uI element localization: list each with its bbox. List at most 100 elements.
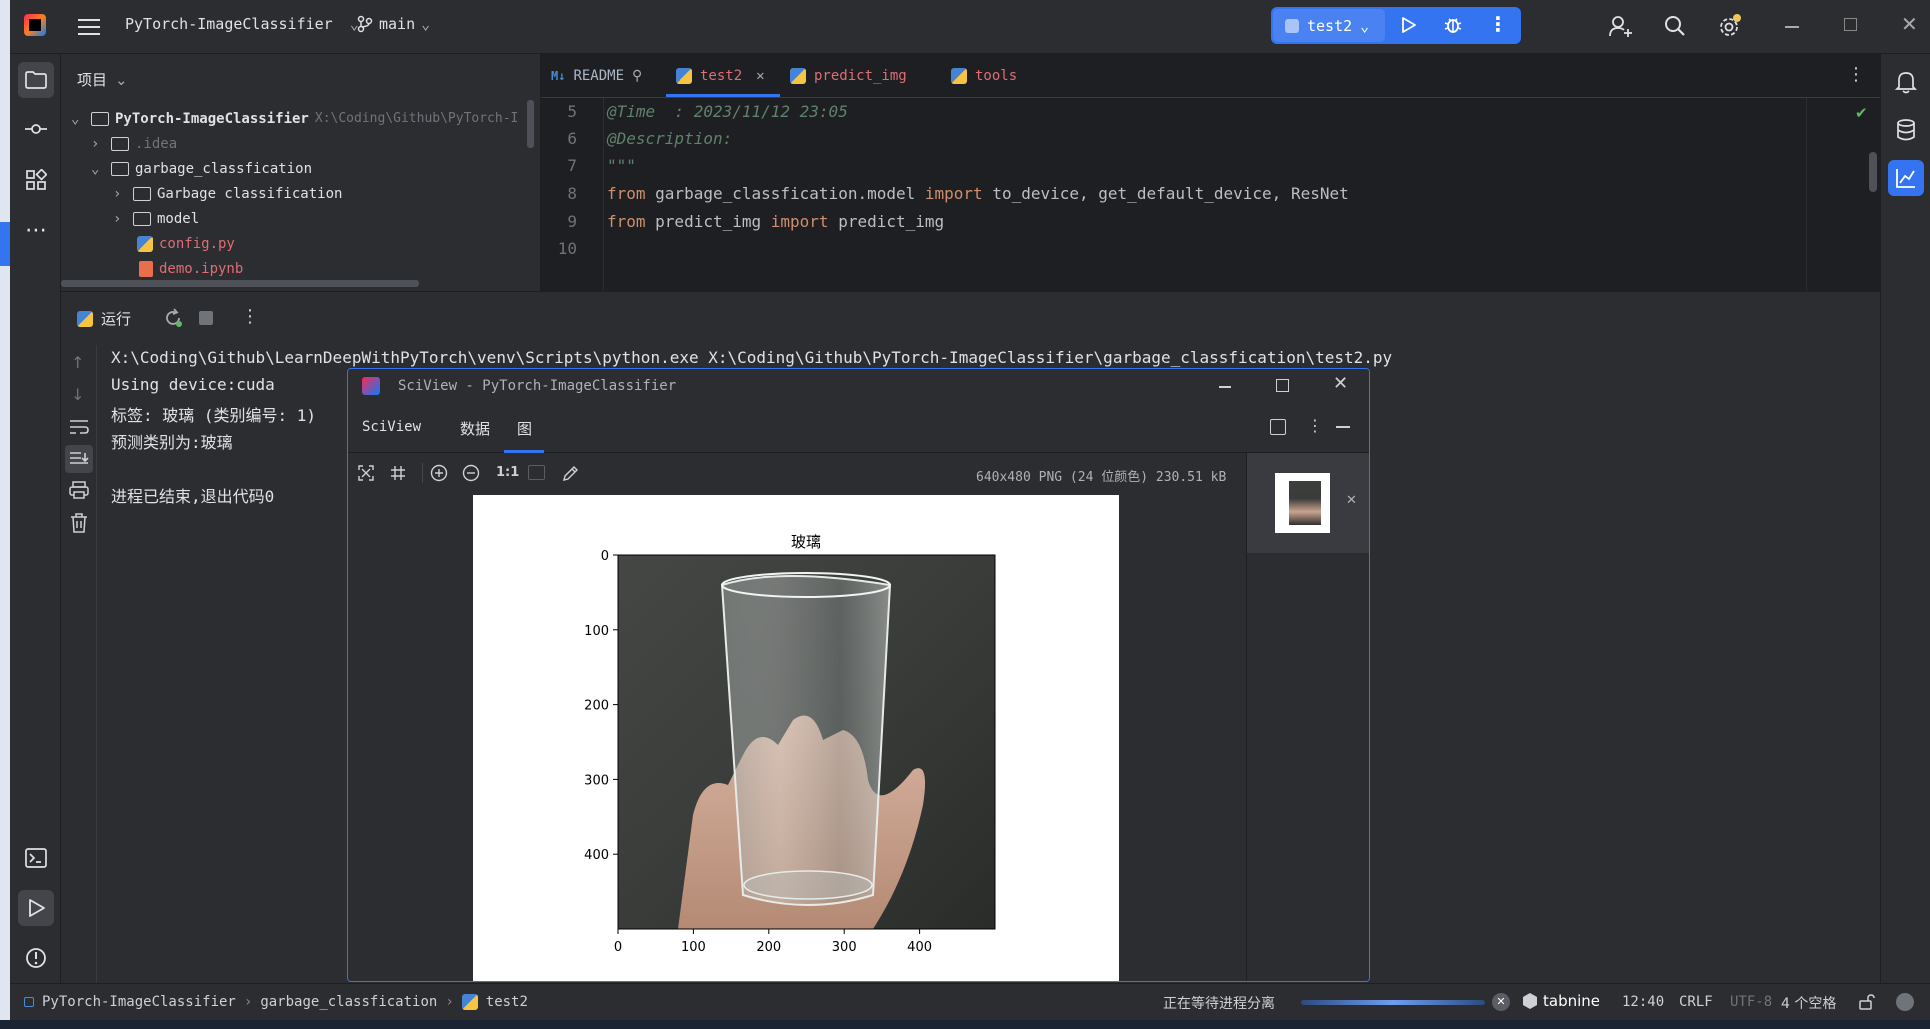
tree-item-idea[interactable]: › .idea	[91, 131, 177, 156]
scroll-to-end-icon[interactable]	[65, 445, 93, 473]
structure-tool-button[interactable]	[18, 162, 54, 198]
color-picker-icon[interactable]	[562, 464, 580, 482]
arrow-up-icon[interactable]: ↑	[71, 353, 84, 372]
code-keyword[interactable]: from	[607, 184, 646, 203]
code-keyword[interactable]: import	[925, 184, 983, 203]
console-line[interactable]: Using device:cuda	[111, 375, 275, 394]
tab-plots[interactable]: 图	[517, 418, 532, 439]
database-button[interactable]	[1888, 112, 1924, 148]
tab-predict-img[interactable]: predict_img	[790, 54, 907, 98]
sciview-title-bar: SciView - PyTorch-ImageClassifier ✕	[348, 369, 1369, 405]
open-in-window-icon[interactable]	[1270, 419, 1286, 435]
code-keyword[interactable]: from	[607, 212, 646, 231]
restore-window-icon[interactable]	[1844, 18, 1857, 31]
tree-item-root[interactable]: ⌄ PyTorch-ImageClassifier X:\Coding\Gith…	[71, 106, 518, 131]
arrow-down-icon[interactable]: ↓	[71, 385, 84, 404]
trash-icon[interactable]	[70, 513, 88, 533]
inspection-ok-icon[interactable]: ✔	[1855, 104, 1868, 122]
tree-item-config-py[interactable]: config.py	[137, 231, 235, 256]
breadcrumb-item[interactable]: PyTorch-ImageClassifier	[42, 994, 236, 1010]
sciview-button[interactable]	[1888, 160, 1924, 196]
main-menu-icon[interactable]	[78, 16, 100, 36]
read-only-toggle[interactable]	[1859, 994, 1875, 1010]
console-line[interactable]: 预测类别为:玻璃	[111, 429, 233, 453]
tree-item-garbage-classfication[interactable]: ⌄ garbage_classfication	[91, 156, 312, 181]
minimize-window-icon[interactable]	[1785, 26, 1799, 28]
code-text[interactable]: predict_img	[829, 212, 944, 231]
status-indicator-icon[interactable]	[1896, 993, 1914, 1011]
zoom-out-icon[interactable]	[462, 464, 480, 482]
line-separator[interactable]: CRLF	[1679, 994, 1713, 1010]
rerun-button[interactable]	[163, 308, 183, 328]
console-line[interactable]: 进程已结束,退出代码0	[111, 483, 274, 507]
run-button[interactable]	[1398, 15, 1418, 35]
horizontal-scrollbar[interactable]	[61, 280, 419, 287]
debug-button[interactable]	[1442, 14, 1464, 36]
close-window-icon[interactable]: ✕	[1333, 373, 1348, 394]
commit-tool-button[interactable]	[18, 111, 54, 147]
tree-item-demo-ipynb[interactable]: demo.ipynb	[139, 256, 243, 281]
run-options-icon[interactable]: ⋮	[241, 306, 259, 327]
stop-icon[interactable]	[199, 311, 213, 325]
editor-scrollbar[interactable]	[1869, 152, 1877, 192]
close-tab-icon[interactable]: ✕	[756, 68, 764, 84]
plot-thumbnail[interactable]	[1275, 473, 1330, 533]
branch-switcher[interactable]: main ⌄	[357, 15, 430, 33]
tree-item-path: X:\Coding\Github\PyTorch-I	[314, 111, 519, 126]
image-info: 640x480 PNG (24 位颜色) 230.51 kB	[976, 470, 1227, 485]
console-line[interactable]: X:\Coding\Github\LearnDeepWithPyTorch\ve…	[111, 348, 1392, 367]
tabnine-widget[interactable]: tabnine	[1523, 992, 1600, 1010]
run-tool-button[interactable]	[18, 890, 54, 926]
project-view-selector[interactable]: 项目 ⌄	[77, 69, 128, 90]
project-tool-button[interactable]	[18, 62, 54, 98]
code-text[interactable]: to_device, get_default_device, ResNet	[983, 184, 1348, 203]
minimize-window-icon[interactable]	[1219, 386, 1231, 388]
caret-position[interactable]: 12:40	[1622, 994, 1664, 1010]
close-window-icon[interactable]: ✕	[1901, 12, 1918, 36]
code-text[interactable]: predict_img	[646, 212, 771, 231]
tab-test2[interactable]: test2 ✕	[676, 54, 765, 98]
pin-icon: ⚲	[632, 68, 643, 84]
tree-item-garbage-classification[interactable]: › Garbage classification	[113, 181, 342, 206]
breadcrumb-item[interactable]: test2	[486, 994, 528, 1010]
project-switcher[interactable]: PyTorch-ImageClassifier ⌄	[125, 15, 359, 33]
run-config-selector[interactable]: test2 ⌄	[1273, 9, 1385, 42]
actual-size-button[interactable]: 1:1	[496, 465, 519, 480]
breadcrumb-item[interactable]: garbage_classfication	[260, 994, 437, 1010]
grid-icon[interactable]	[390, 465, 406, 481]
cancel-progress-icon[interactable]: ✕	[1492, 993, 1510, 1011]
indent-setting[interactable]: 4 个空格	[1781, 993, 1836, 1013]
fit-to-window-icon[interactable]	[358, 465, 374, 481]
zoom-in-icon[interactable]	[430, 464, 448, 482]
more-actions-icon[interactable]: ⋮	[1488, 12, 1508, 36]
problems-tool-button[interactable]	[18, 940, 54, 976]
notifications-button[interactable]	[1888, 64, 1924, 100]
close-thumbnail-icon[interactable]: ✕	[1346, 493, 1357, 508]
run-tab[interactable]: 运行	[77, 308, 131, 329]
maximize-window-icon[interactable]	[1276, 379, 1289, 392]
vertical-scrollbar[interactable]	[527, 100, 534, 148]
tab-data[interactable]: 数据	[460, 418, 490, 439]
tab-sciview[interactable]: SciView	[362, 419, 421, 435]
tab-options-icon[interactable]: ⋮	[1847, 64, 1865, 85]
hide-panel-icon[interactable]	[1336, 426, 1350, 428]
file-encoding[interactable]: UTF-8	[1730, 994, 1772, 1010]
code-text[interactable]: garbage_classfication.model	[646, 184, 925, 203]
more-tools-icon[interactable]: ⋯	[18, 212, 54, 248]
tab-tools[interactable]: tools	[951, 54, 1017, 98]
print-icon[interactable]	[69, 481, 89, 499]
options-icon[interactable]: ⋮	[1307, 416, 1323, 435]
plot-figure[interactable]: 玻璃 0 100 200 300 400 0 100 200 300 400	[473, 495, 1119, 981]
code-text[interactable]: """	[607, 156, 636, 175]
code-keyword[interactable]: import	[771, 212, 829, 231]
tab-readme[interactable]: M↓ README ⚲	[551, 54, 642, 98]
code-text[interactable]: @Time : 2023/11/12 23:05	[607, 102, 848, 121]
terminal-tool-button[interactable]	[18, 840, 54, 876]
search-button[interactable]	[1664, 15, 1686, 37]
console-line[interactable]: 标签: 玻璃 (类别编号: 1)	[111, 402, 316, 426]
code-text[interactable]: @Description:	[607, 129, 732, 148]
tree-item-model[interactable]: › model	[113, 206, 199, 231]
code-with-me-button[interactable]	[1608, 14, 1634, 38]
soft-wrap-icon[interactable]	[69, 419, 89, 435]
settings-button[interactable]	[1718, 14, 1742, 38]
